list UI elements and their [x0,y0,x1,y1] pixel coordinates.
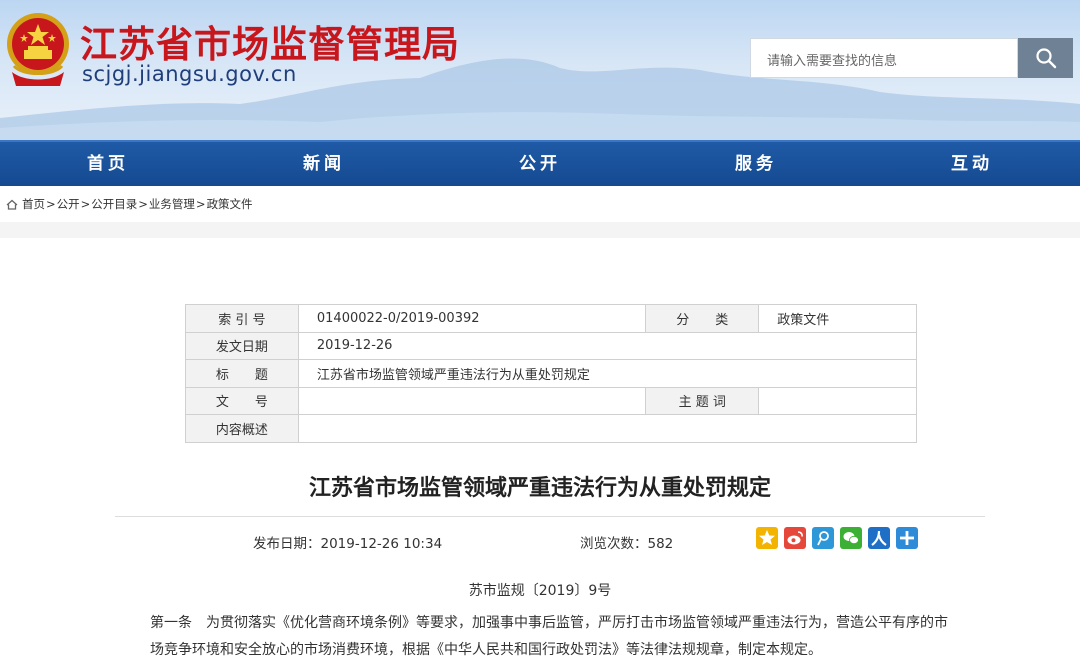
breadcrumb-policy-documents[interactable]: 政策文件 [207,196,253,212]
wechat-icon[interactable] [840,527,862,549]
weibo-icon[interactable] [784,527,806,549]
breadcrumb-home[interactable]: 首页 [22,196,45,212]
breadcrumb-public-catalog[interactable]: 公开目录 [91,196,137,212]
doc-number-value [297,386,647,415]
search-button[interactable] [1018,38,1073,78]
title-value: 江苏省市场监管领域严重违法行为从重处罚规定 [297,359,918,388]
document-number: 苏市监规〔2019〕9号 [468,583,612,599]
title-label: 标 题 [185,359,299,388]
nav-item-services[interactable]: 服务 [648,142,864,188]
publish-date-value: 2019-12-26 10:34 [320,536,443,552]
tencent-weibo-icon[interactable] [812,527,834,549]
more-share-icon[interactable] [896,527,918,549]
summary-label: 内容概述 [185,414,299,443]
breadcrumb-separator: > [138,197,148,211]
date-value: 2019-12-26 [297,331,918,360]
keywords-label: 主 题 词 [645,386,760,415]
nav-item-public[interactable]: 公开 [432,142,648,188]
view-count: 浏览次数：582 [580,532,673,552]
breadcrumb-separator: > [195,197,206,211]
category-label: 分 类 [645,304,760,333]
publish-date: 发布日期：2019-12-26 10:34 [253,532,442,552]
search-input[interactable]: 请输入需要查找的信息 [750,38,1018,78]
article-title: 江苏省市场监管领域严重违法行为从重处罚规定 [308,476,771,501]
site-header: 江苏省市场监督管理局 scjgj.jiangsu.gov.cn 请输入需要查找的… [0,0,1080,140]
breadcrumb-separator: > [80,197,91,211]
document-metadata-table: 索 引 号 01400022-0/2019-00392 分 类 政策文件 发文日… [185,304,918,443]
article-panel: 索 引 号 01400022-0/2019-00392 分 类 政策文件 发文日… [0,238,1080,668]
article-paragraph: 第一条 为贯彻落实《优化营商环境条例》等要求，加强事中事后监管，严厉打击市场监管… [150,610,980,664]
qzone-icon[interactable] [756,527,778,549]
date-label: 发文日期 [185,331,299,360]
main-nav: 首页 新闻 公开 服务 互动 [0,140,1080,186]
keywords-value [758,386,917,415]
renren-icon[interactable] [868,527,890,549]
share-bar [756,527,918,549]
view-count-label: 浏览次数： [580,536,648,552]
summary-value [297,414,918,443]
category-value: 政策文件 [758,304,917,333]
breadcrumb-public[interactable]: 公开 [57,196,80,212]
title-divider [115,516,985,517]
nav-item-news[interactable]: 新闻 [216,142,432,188]
breadcrumb: 首页 > 公开 > 公开目录 > 业务管理 > 政策文件 [0,186,1080,222]
doc-number-label: 文 号 [185,386,299,415]
site-title: 江苏省市场监督管理局 [80,23,460,66]
publish-date-label: 发布日期： [253,536,321,552]
breadcrumb-separator: > [46,197,56,211]
paragraph-line: 第一条 为贯彻落实《优化营商环境条例》等要求，加强事中事后监管，严厉打击市场监管… [150,615,948,631]
national-emblem-icon [4,10,72,88]
search-icon [1035,48,1056,69]
nav-item-interaction[interactable]: 互动 [864,142,1080,188]
home-icon [6,199,18,210]
index-value: 01400022-0/2019-00392 [297,304,647,333]
index-label: 索 引 号 [185,304,299,333]
paragraph-line: 场竞争环境和安全放心的市场消费环境，根据《中华人民共和国行政处罚法》等法律法规规… [150,642,822,658]
nav-item-home[interactable]: 首页 [0,142,216,188]
site-domain: scjgj.jiangsu.gov.cn [82,62,297,86]
breadcrumb-business-management[interactable]: 业务管理 [149,196,195,212]
view-count-value: 582 [647,536,674,552]
